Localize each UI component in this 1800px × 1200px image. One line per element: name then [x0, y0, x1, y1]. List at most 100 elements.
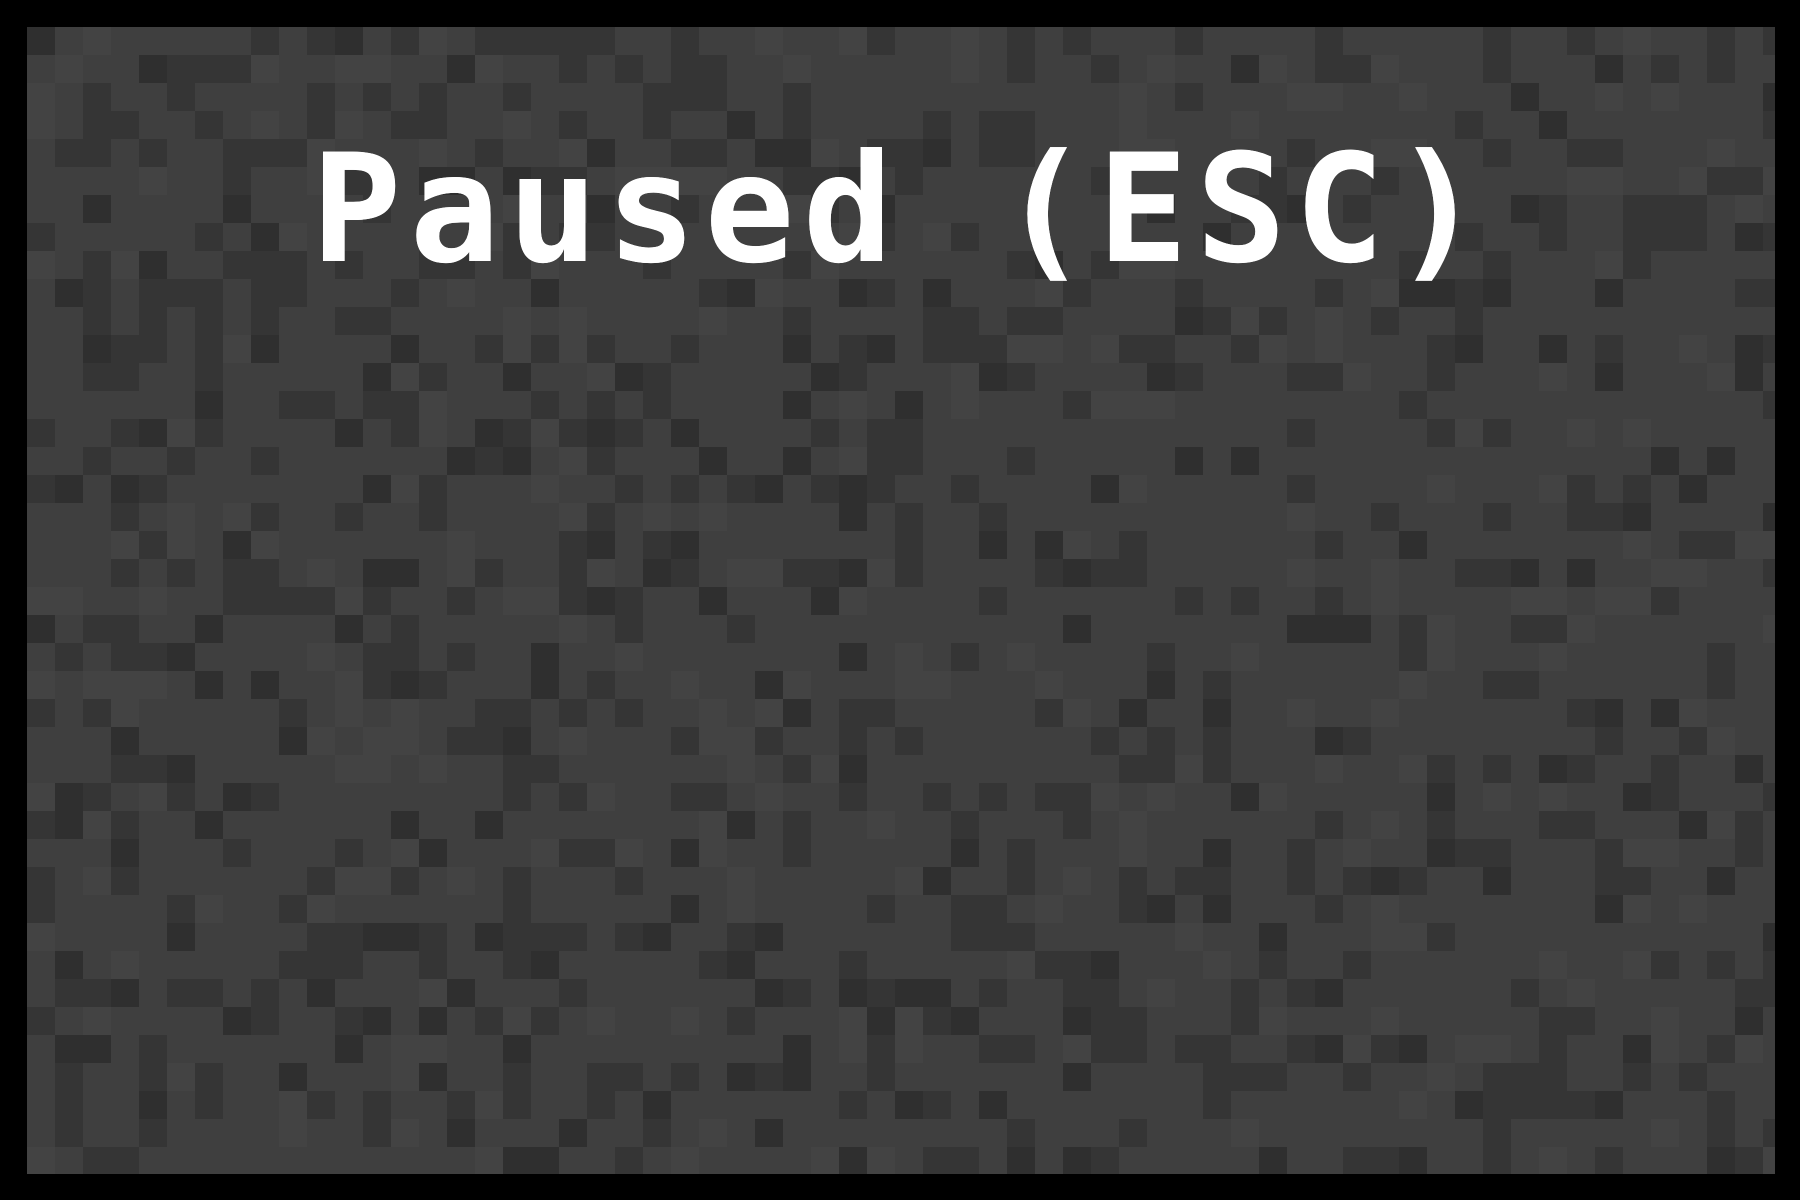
- noise-pixel: [1483, 559, 1511, 587]
- noise-pixel: [503, 1091, 531, 1119]
- noise-pixel: [1651, 1007, 1679, 1035]
- noise-pixel: [727, 475, 755, 503]
- noise-pixel: [1259, 335, 1287, 363]
- noise-pixel: [307, 27, 335, 55]
- noise-pixel: [1567, 755, 1595, 783]
- noise-pixel: [279, 1091, 307, 1119]
- noise-pixel: [1147, 671, 1175, 699]
- noise-pixel: [1287, 503, 1315, 531]
- noise-pixel: [1595, 1091, 1623, 1119]
- noise-pixel: [503, 1035, 531, 1063]
- noise-pixel: [951, 643, 979, 671]
- noise-pixel: [1595, 503, 1623, 531]
- noise-pixel: [167, 503, 195, 531]
- noise-pixel: [895, 503, 923, 531]
- noise-pixel: [755, 27, 783, 55]
- noise-pixel: [1203, 867, 1231, 895]
- noise-pixel: [559, 559, 587, 587]
- noise-pixel: [363, 307, 391, 335]
- noise-pixel: [1259, 307, 1287, 335]
- noise-pixel: [559, 307, 587, 335]
- noise-pixel: [503, 307, 531, 335]
- noise-pixel: [475, 55, 503, 83]
- noise-pixel: [755, 727, 783, 755]
- noise-pixel: [139, 419, 167, 447]
- noise-pixel: [1399, 671, 1427, 699]
- noise-pixel: [1427, 839, 1455, 867]
- noise-pixel: [391, 839, 419, 867]
- noise-pixel: [1763, 1147, 1775, 1174]
- noise-pixel: [1623, 503, 1651, 531]
- noise-pixel: [699, 839, 727, 867]
- noise-pixel: [1623, 531, 1651, 559]
- noise-pixel: [111, 755, 139, 783]
- noise-pixel: [363, 1007, 391, 1035]
- noise-pixel: [1287, 839, 1315, 867]
- noise-pixel: [251, 55, 279, 83]
- noise-pixel: [1539, 643, 1567, 671]
- noise-pixel: [363, 55, 391, 83]
- noise-pixel: [755, 979, 783, 1007]
- noise-pixel: [727, 615, 755, 643]
- noise-pixel: [1063, 699, 1091, 727]
- noise-pixel: [1371, 811, 1399, 839]
- noise-pixel: [839, 783, 867, 811]
- noise-pixel: [1399, 391, 1427, 419]
- noise-pixel: [1315, 1035, 1343, 1063]
- noise-pixel: [1483, 503, 1511, 531]
- noise-pixel: [615, 923, 643, 951]
- noise-pixel: [475, 727, 503, 755]
- noise-pixel: [1539, 615, 1567, 643]
- noise-pixel: [251, 671, 279, 699]
- noise-pixel: [55, 1091, 83, 1119]
- noise-pixel: [839, 1147, 867, 1174]
- noise-pixel: [559, 1119, 587, 1147]
- noise-pixel: [27, 615, 55, 643]
- noise-pixel: [167, 979, 195, 1007]
- noise-pixel: [1763, 923, 1775, 951]
- noise-pixel: [895, 391, 923, 419]
- noise-pixel: [1399, 83, 1427, 111]
- noise-pixel: [1707, 531, 1735, 559]
- noise-pixel: [783, 55, 811, 83]
- noise-pixel: [1203, 1035, 1231, 1063]
- noise-pixel: [1399, 615, 1427, 643]
- noise-pixel: [307, 643, 335, 671]
- noise-pixel: [1763, 1119, 1775, 1147]
- noise-pixel: [727, 867, 755, 895]
- noise-pixel: [1651, 55, 1679, 83]
- noise-pixel: [391, 1119, 419, 1147]
- noise-pixel: [1287, 83, 1315, 111]
- noise-pixel: [419, 503, 447, 531]
- noise-pixel: [1203, 839, 1231, 867]
- noise-pixel: [1763, 615, 1775, 643]
- noise-pixel: [587, 335, 615, 363]
- noise-pixel: [783, 699, 811, 727]
- noise-pixel: [335, 587, 363, 615]
- noise-pixel: [475, 1091, 503, 1119]
- noise-pixel: [1455, 1035, 1483, 1063]
- noise-pixel: [1707, 1091, 1735, 1119]
- noise-pixel: [531, 335, 559, 363]
- noise-pixel: [307, 923, 335, 951]
- noise-pixel: [111, 559, 139, 587]
- noise-pixel: [1203, 307, 1231, 335]
- noise-pixel: [27, 475, 55, 503]
- noise-pixel: [1707, 1035, 1735, 1063]
- noise-pixel: [1427, 783, 1455, 811]
- noise-pixel: [699, 951, 727, 979]
- noise-pixel: [1427, 335, 1455, 363]
- noise-pixel: [531, 839, 559, 867]
- noise-pixel: [951, 363, 979, 391]
- noise-pixel: [1035, 307, 1063, 335]
- noise-pixel: [531, 391, 559, 419]
- noise-pixel: [1007, 1119, 1035, 1147]
- noise-pixel: [251, 979, 279, 1007]
- noise-pixel: [419, 83, 447, 111]
- noise-pixel: [699, 587, 727, 615]
- noise-pixel: [1063, 1007, 1091, 1035]
- noise-pixel: [1483, 1147, 1511, 1174]
- noise-pixel: [615, 839, 643, 867]
- noise-pixel: [1091, 951, 1119, 979]
- noise-pixel: [139, 475, 167, 503]
